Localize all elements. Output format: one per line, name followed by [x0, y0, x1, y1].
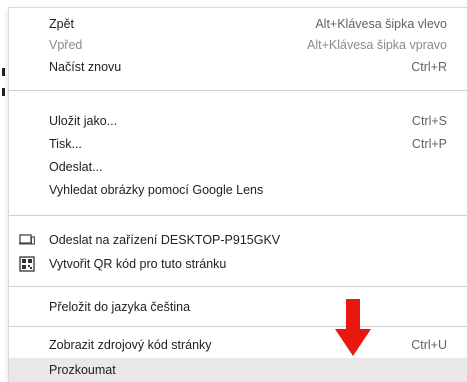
- menu-item-label: Odeslat...: [49, 160, 103, 174]
- menu-item-label: Prozkoumat: [49, 363, 116, 377]
- menu-item-label: Uložit jako...: [49, 114, 118, 128]
- menu-item-label: Zpět: [49, 17, 75, 31]
- menu-item-label: Zobrazit zdrojový kód stránky: [49, 338, 212, 352]
- device-send-icon: [19, 232, 35, 248]
- background-text-fragment: [2, 88, 5, 96]
- menu-item-shortcut: Ctrl+P: [411, 137, 447, 151]
- background-text-fragment: [2, 68, 5, 76]
- menu-item-translate[interactable]: Přeložit do jazyka čeština: [9, 295, 467, 319]
- menu-item-label: Vpřed: [49, 38, 83, 52]
- menu-item-send-to-device[interactable]: Odeslat na zařízení DESKTOP-P915GKV: [9, 228, 467, 252]
- menu-item-reload[interactable]: Načíst znovu Ctrl+R: [9, 55, 467, 79]
- menu-item-cast[interactable]: Odeslat...: [9, 155, 467, 179]
- menu-item-shortcut: Alt+Klávesa šipka vlevo: [315, 17, 447, 31]
- menu-item-qr-code[interactable]: Vytvořit QR kód pro tuto stránku: [9, 252, 467, 276]
- menu-item-shortcut: Ctrl+U: [411, 338, 447, 352]
- menu-item-print[interactable]: Tisk... Ctrl+P: [9, 132, 467, 156]
- menu-item-forward[interactable]: Vpřed Alt+Klávesa šipka vpravo: [9, 33, 467, 57]
- menu-item-shortcut: Ctrl+S: [411, 114, 447, 128]
- menu-item-label: Vytvořit QR kód pro tuto stránku: [49, 257, 227, 271]
- menu-item-label: Načíst znovu: [49, 60, 122, 74]
- menu-separator: [9, 90, 467, 91]
- menu-separator: [9, 215, 467, 216]
- menu-item-label: Tisk...: [49, 137, 82, 151]
- menu-item-label: Vyhledat obrázky pomocí Google Lens: [49, 183, 264, 197]
- menu-separator: [9, 326, 467, 327]
- menu-item-inspect[interactable]: Prozkoumat: [9, 358, 467, 382]
- menu-item-label: Odeslat na zařízení DESKTOP-P915GKV: [49, 233, 281, 247]
- menu-separator: [9, 286, 467, 287]
- menu-item-shortcut: Alt+Klávesa šipka vpravo: [306, 38, 447, 52]
- qr-code-icon: [19, 256, 35, 272]
- red-down-arrow-icon: [335, 299, 371, 356]
- menu-item-shortcut: Ctrl+R: [411, 60, 447, 74]
- menu-item-google-lens[interactable]: Vyhledat obrázky pomocí Google Lens: [9, 178, 467, 202]
- menu-item-save-as[interactable]: Uložit jako... Ctrl+S: [9, 109, 467, 133]
- menu-item-view-source[interactable]: Zobrazit zdrojový kód stránky Ctrl+U: [9, 333, 467, 357]
- context-menu: Zpět Alt+Klávesa šipka vlevo Vpřed Alt+K…: [9, 8, 467, 382]
- menu-item-label: Přeložit do jazyka čeština: [49, 300, 191, 314]
